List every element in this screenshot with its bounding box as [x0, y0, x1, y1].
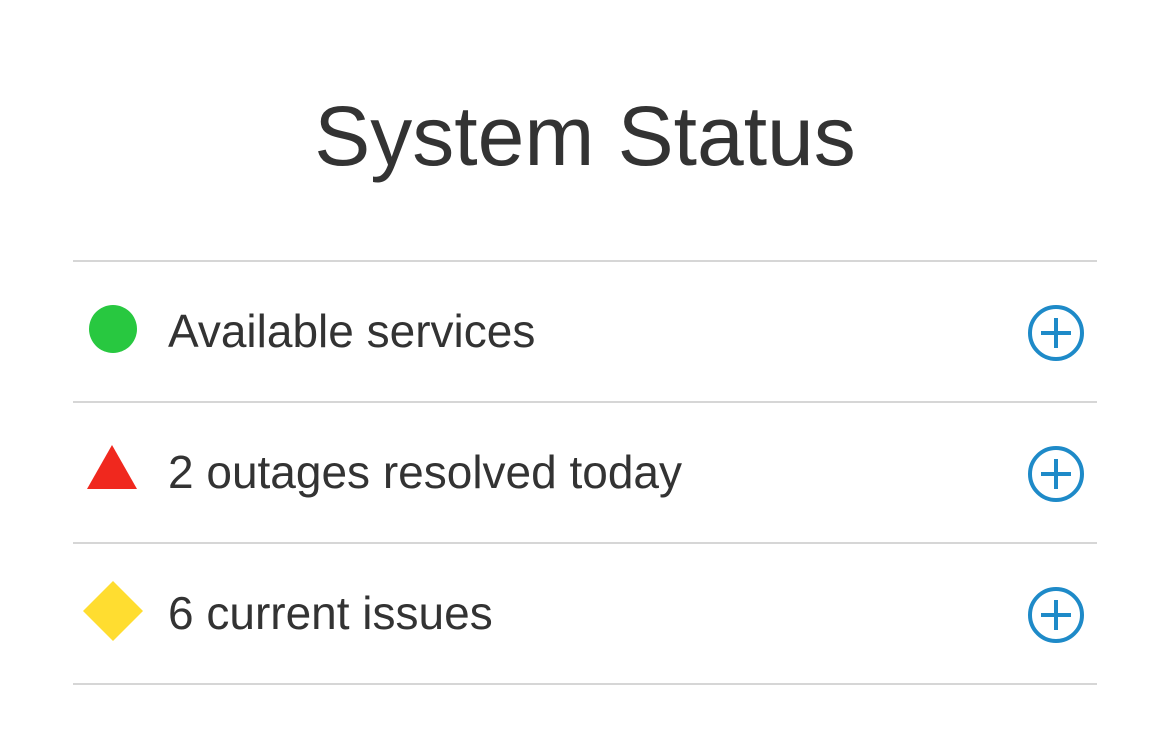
status-label: Available services	[168, 305, 536, 357]
status-label: 2 outages resolved today	[168, 446, 683, 498]
expand-available-services-button[interactable]	[1027, 304, 1085, 362]
yellow-diamond-icon	[83, 581, 143, 641]
status-row-outages-resolved[interactable]: 2 outages resolved today	[73, 403, 1097, 544]
red-triangle-icon	[83, 440, 143, 500]
expand-outages-resolved-button[interactable]	[1027, 445, 1085, 503]
status-label: 6 current issues	[168, 587, 493, 639]
status-row-current-issues[interactable]: 6 current issues	[73, 544, 1097, 685]
plus-circle-icon	[1028, 446, 1084, 502]
status-row-available-services[interactable]: Available services	[73, 262, 1097, 403]
green-circle-icon	[83, 299, 143, 359]
page-title: System Status	[314, 89, 856, 183]
plus-circle-icon	[1028, 587, 1084, 643]
status-list: Available services 2 outages resolved to…	[73, 260, 1097, 685]
expand-current-issues-button[interactable]	[1027, 586, 1085, 644]
plus-circle-icon	[1028, 305, 1084, 361]
